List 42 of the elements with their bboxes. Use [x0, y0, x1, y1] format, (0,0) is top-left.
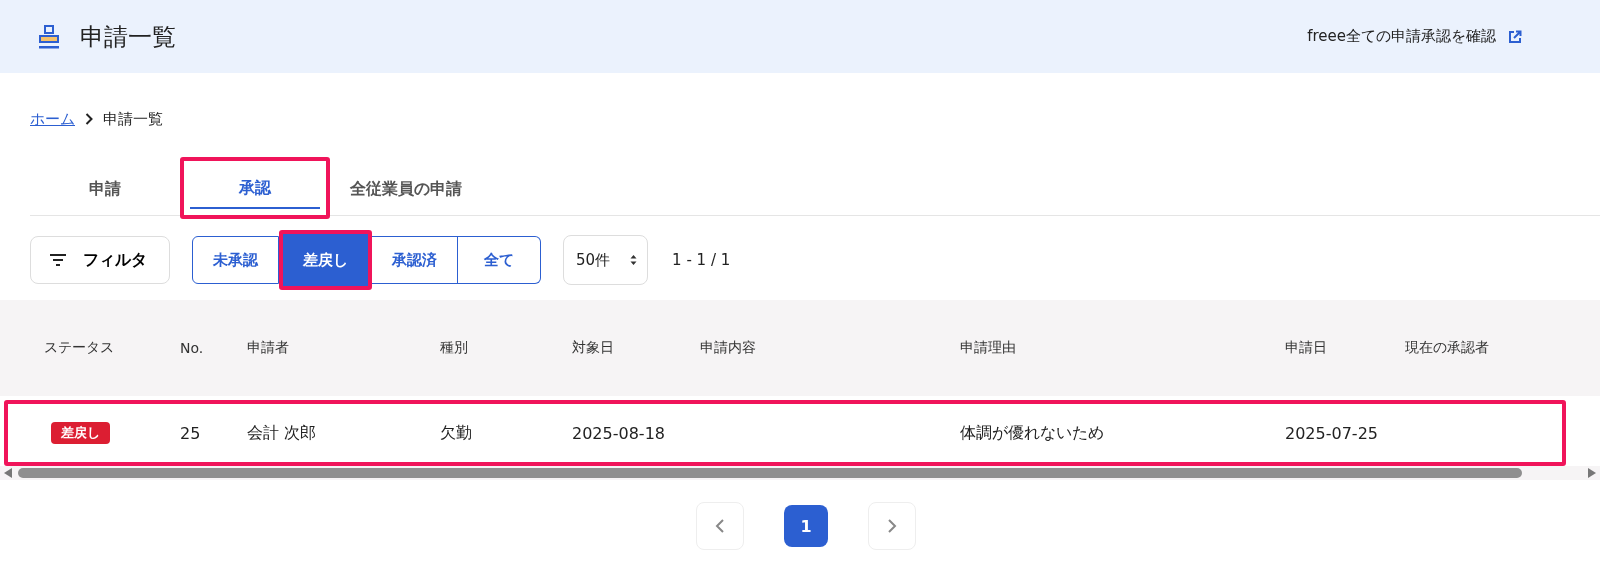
status-filter-button[interactable]: 差戻し: [279, 230, 372, 290]
page-title: 申請一覧: [80, 21, 176, 53]
filter-icon: [49, 253, 67, 267]
status-badge: 差戻し: [51, 422, 110, 444]
table-cell-text: 2025-07-25: [1285, 423, 1379, 443]
external-link[interactable]: freee全ての申請承認を確認: [1307, 27, 1496, 46]
chevron-right-icon: [887, 519, 897, 533]
horizontal-scrollbar[interactable]: [0, 466, 1600, 480]
page-size-select[interactable]: 50件: [563, 235, 649, 285]
table-cell-text: 体調が優れないため: [960, 422, 1105, 444]
column-header: 申請理由: [960, 339, 1017, 357]
table-cell-text: 2025-08-18: [572, 423, 666, 443]
tab[interactable]: 承認: [180, 157, 330, 219]
column-header: 申請者: [247, 339, 290, 357]
external-link-icon[interactable]: [1508, 29, 1522, 44]
table-cell-text: 25: [180, 423, 202, 443]
column-header: 現在の承認者: [1405, 339, 1490, 357]
column-header: No.: [180, 340, 205, 356]
table-cell-text: 会計 次郎: [247, 422, 318, 444]
breadcrumb-current: 申請一覧: [103, 109, 163, 129]
chevron-right-icon: [85, 113, 93, 125]
tab[interactable]: 全従業員の申請: [330, 165, 482, 215]
status-filter-button[interactable]: 承認済: [372, 236, 458, 284]
status-filter-button[interactable]: 全て: [458, 236, 541, 284]
stamp-icon: [38, 23, 60, 50]
scroll-right-icon[interactable]: [1588, 468, 1596, 478]
column-header: 申請日: [1285, 339, 1328, 357]
chevron-left-icon: [715, 519, 725, 533]
page-button[interactable]: 1: [784, 505, 828, 547]
filter-button[interactable]: フィルタ: [30, 236, 170, 284]
table-row[interactable]: 差戻し 25 会計 次郎 欠勤 2025-08-18 体調が優れないため 2025-07-25: [4, 400, 1566, 466]
table-cell-text: 欠勤: [440, 422, 473, 444]
sort-arrows-icon: [630, 254, 638, 266]
status-filter-button[interactable]: 未承認: [192, 236, 279, 284]
tab[interactable]: 申請: [30, 165, 180, 215]
scroll-left-icon[interactable]: [4, 468, 12, 478]
column-header: ステータス: [44, 339, 115, 357]
column-header: 種別: [440, 339, 469, 357]
column-header: 申請内容: [700, 339, 757, 357]
column-header: 対象日: [572, 339, 615, 357]
result-range: 1 - 1 / 1: [672, 251, 731, 269]
breadcrumb-link[interactable]: ホーム: [30, 109, 75, 129]
